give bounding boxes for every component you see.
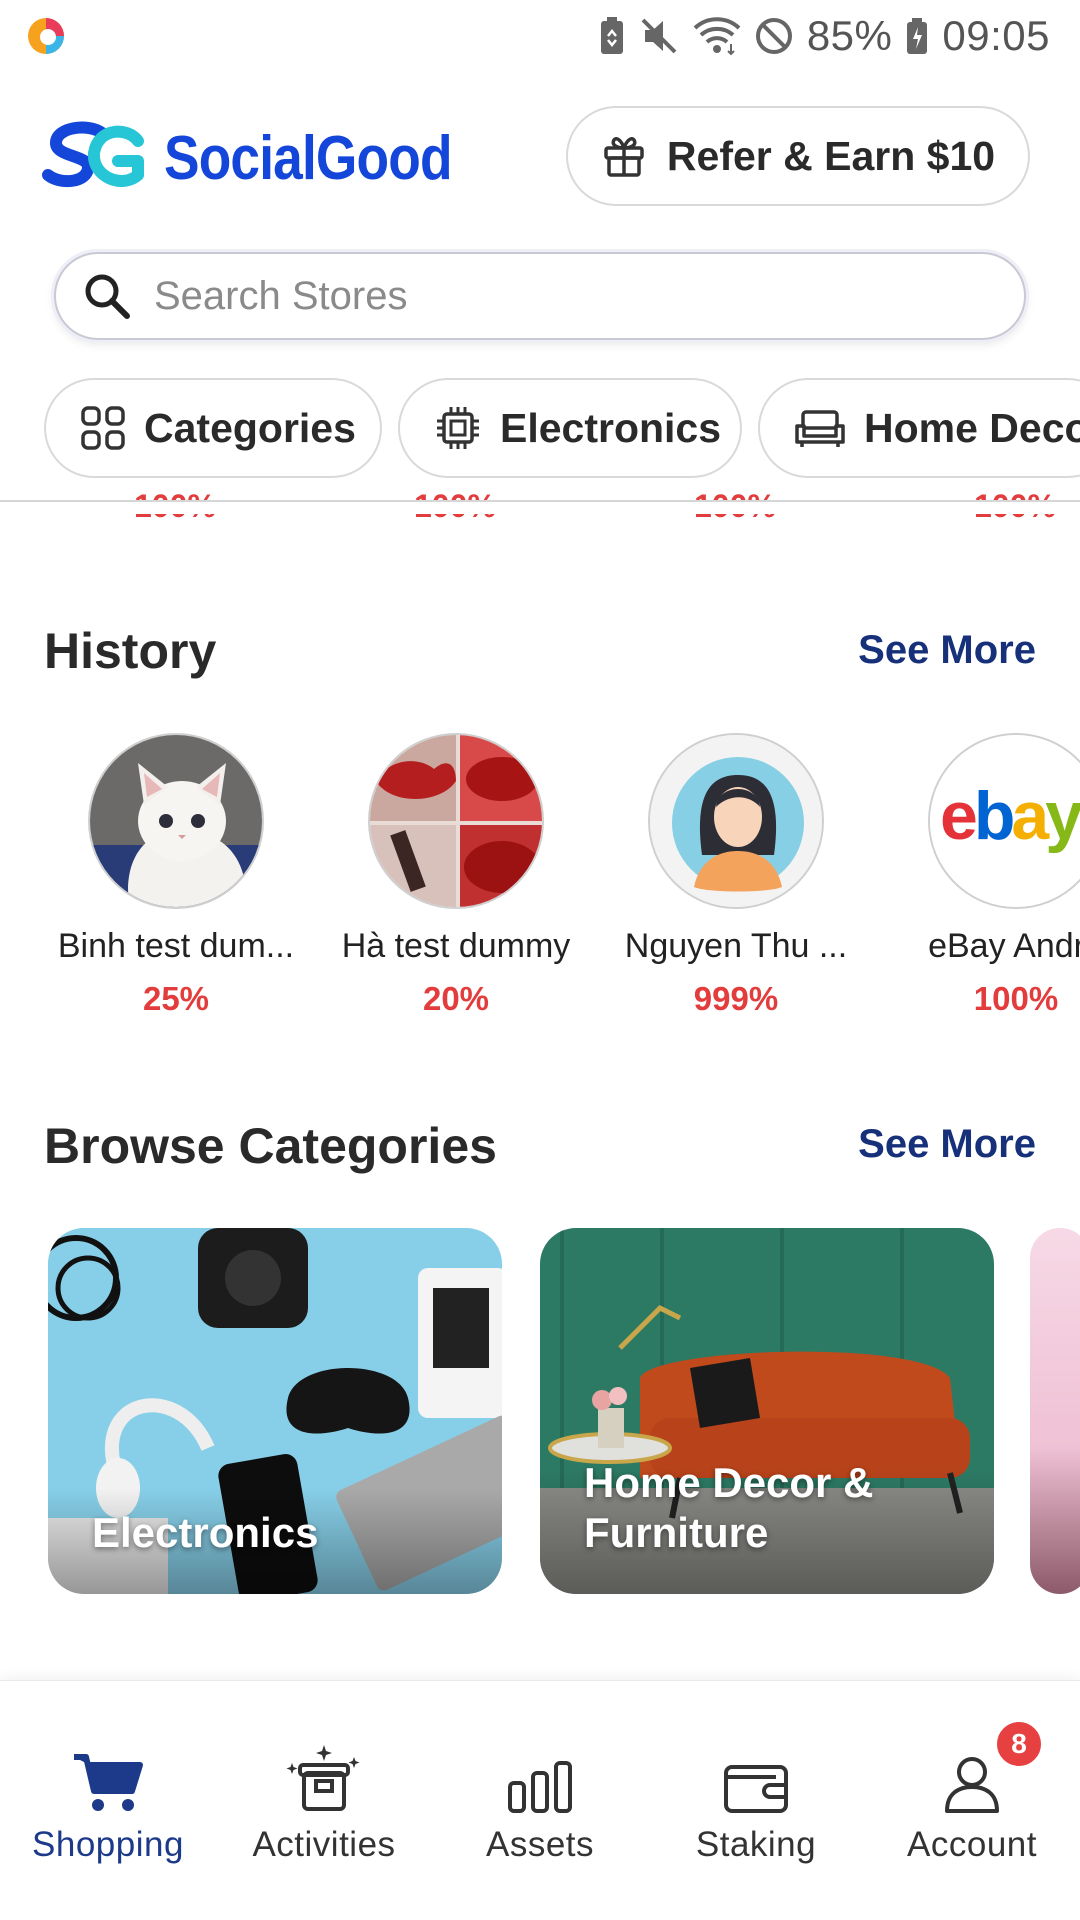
store-cashback-percent: 100% xyxy=(973,980,1059,1017)
history-store-item[interactable]: Hà test dummy 20% xyxy=(328,733,584,1018)
history-store-item[interactable]: Binh test dum... 25% xyxy=(48,733,304,1018)
nav-label: Assets xyxy=(485,1825,595,1864)
history-store-item[interactable]: ebay eBay Andre 100% xyxy=(888,733,1080,1018)
chip-icon xyxy=(437,407,479,449)
refer-earn-button[interactable]: Refer & Earn $10 xyxy=(566,106,1030,206)
wifi-icon xyxy=(693,17,741,56)
woman-avatar-illustration xyxy=(650,735,822,907)
nav-account[interactable]: 8 Account xyxy=(864,1719,1080,1883)
chip-label: Home Deco xyxy=(864,404,1080,451)
store-cashback-percent: 25% xyxy=(142,980,210,1017)
chip-label: Electronics xyxy=(500,404,722,451)
search-icon xyxy=(85,274,130,319)
store-cashback-percent: 20% xyxy=(422,980,490,1017)
battery-saver-icon xyxy=(600,17,623,54)
sofa-icon xyxy=(795,410,845,447)
cart-icon xyxy=(74,1754,143,1811)
ebay-logo: ebay xyxy=(930,735,1080,907)
bottom-navigation: Shopping Activities Assets Staking 8 Acc… xyxy=(0,1680,1080,1920)
do-not-disturb-icon xyxy=(755,18,792,54)
app-screen: 85% 09:05 SocialGood Refer & Earn $10 Se… xyxy=(0,0,1080,1920)
brand-name: SocialGood xyxy=(164,123,453,193)
store-avatar xyxy=(648,733,824,909)
brand-logo[interactable]: SocialGood xyxy=(42,116,498,200)
category-card-label: Electronics xyxy=(92,1509,319,1556)
clock: 09:05 xyxy=(942,12,1050,59)
nav-label: Shopping xyxy=(32,1825,184,1864)
history-store-item[interactable]: Nguyen Thu ... 999% xyxy=(608,733,864,1018)
kitten-photo xyxy=(90,735,262,907)
chip-electronics[interactable]: Electronics xyxy=(398,378,742,478)
account-notification-badge: 8 xyxy=(994,1719,1044,1769)
header-divider xyxy=(0,500,1080,514)
mute-icon xyxy=(641,18,677,54)
nav-staking[interactable]: Staking xyxy=(648,1743,864,1883)
browse-categories-title: Browse Categories xyxy=(44,1118,497,1174)
nav-label: Staking xyxy=(695,1825,817,1864)
svg-text:ebay: ebay xyxy=(940,778,1080,854)
grid-icon xyxy=(81,406,125,450)
category-chips: Categories Electronics Home Deco xyxy=(0,378,1080,480)
nav-assets[interactable]: Assets xyxy=(432,1743,648,1883)
category-card-electronics[interactable]: Electronics xyxy=(48,1228,502,1594)
store-name: Nguyen Thu ... xyxy=(624,927,848,965)
store-cashback-percent: 999% xyxy=(693,980,779,1017)
wallet-icon xyxy=(724,1765,788,1813)
category-card-partial[interactable] xyxy=(1030,1228,1080,1594)
categories-see-more-link[interactable]: See More xyxy=(858,1122,1036,1167)
history-see-more-link[interactable]: See More xyxy=(858,628,1036,673)
store-avatar xyxy=(88,733,264,909)
red-lips-collage-photo xyxy=(370,735,542,907)
nav-shopping[interactable]: Shopping xyxy=(0,1743,216,1883)
store-name: Hà test dummy xyxy=(341,927,571,965)
search-input[interactable] xyxy=(154,273,954,319)
category-card-home-decor[interactable]: Home Decor & Furniture xyxy=(540,1228,994,1594)
battery-percent: 85% xyxy=(806,12,893,59)
nav-label: Account xyxy=(907,1825,1037,1864)
search-bar[interactable] xyxy=(54,252,1026,340)
app-notification-icon xyxy=(28,18,64,54)
history-title: History xyxy=(44,623,217,679)
category-card-image xyxy=(1030,1228,1080,1594)
category-card-label: Home Decor & Furniture xyxy=(584,1459,874,1556)
gift-icon xyxy=(604,136,644,177)
chip-categories[interactable]: Categories xyxy=(44,378,382,478)
store-avatar: ebay xyxy=(928,733,1080,909)
status-bar: 85% 09:05 xyxy=(0,0,1080,72)
refer-earn-label: Refer & Earn $10 xyxy=(666,132,996,179)
store-name: Binh test dum... xyxy=(57,927,295,965)
person-icon xyxy=(945,1757,999,1813)
chip-home-deco[interactable]: Home Deco xyxy=(758,378,1080,478)
status-icons: 85% 09:05 xyxy=(599,12,1050,60)
socialgood-logo-icon xyxy=(42,121,144,188)
battery-icon xyxy=(907,18,928,54)
gift-box-sparkle-icon xyxy=(286,1745,360,1811)
nav-label: Activities xyxy=(252,1825,396,1864)
nav-activities[interactable]: Activities xyxy=(216,1743,432,1883)
bar-chart-icon xyxy=(508,1761,572,1813)
chip-label: Categories xyxy=(144,404,356,451)
store-name: eBay Andre xyxy=(928,927,1080,965)
store-avatar xyxy=(368,733,544,909)
